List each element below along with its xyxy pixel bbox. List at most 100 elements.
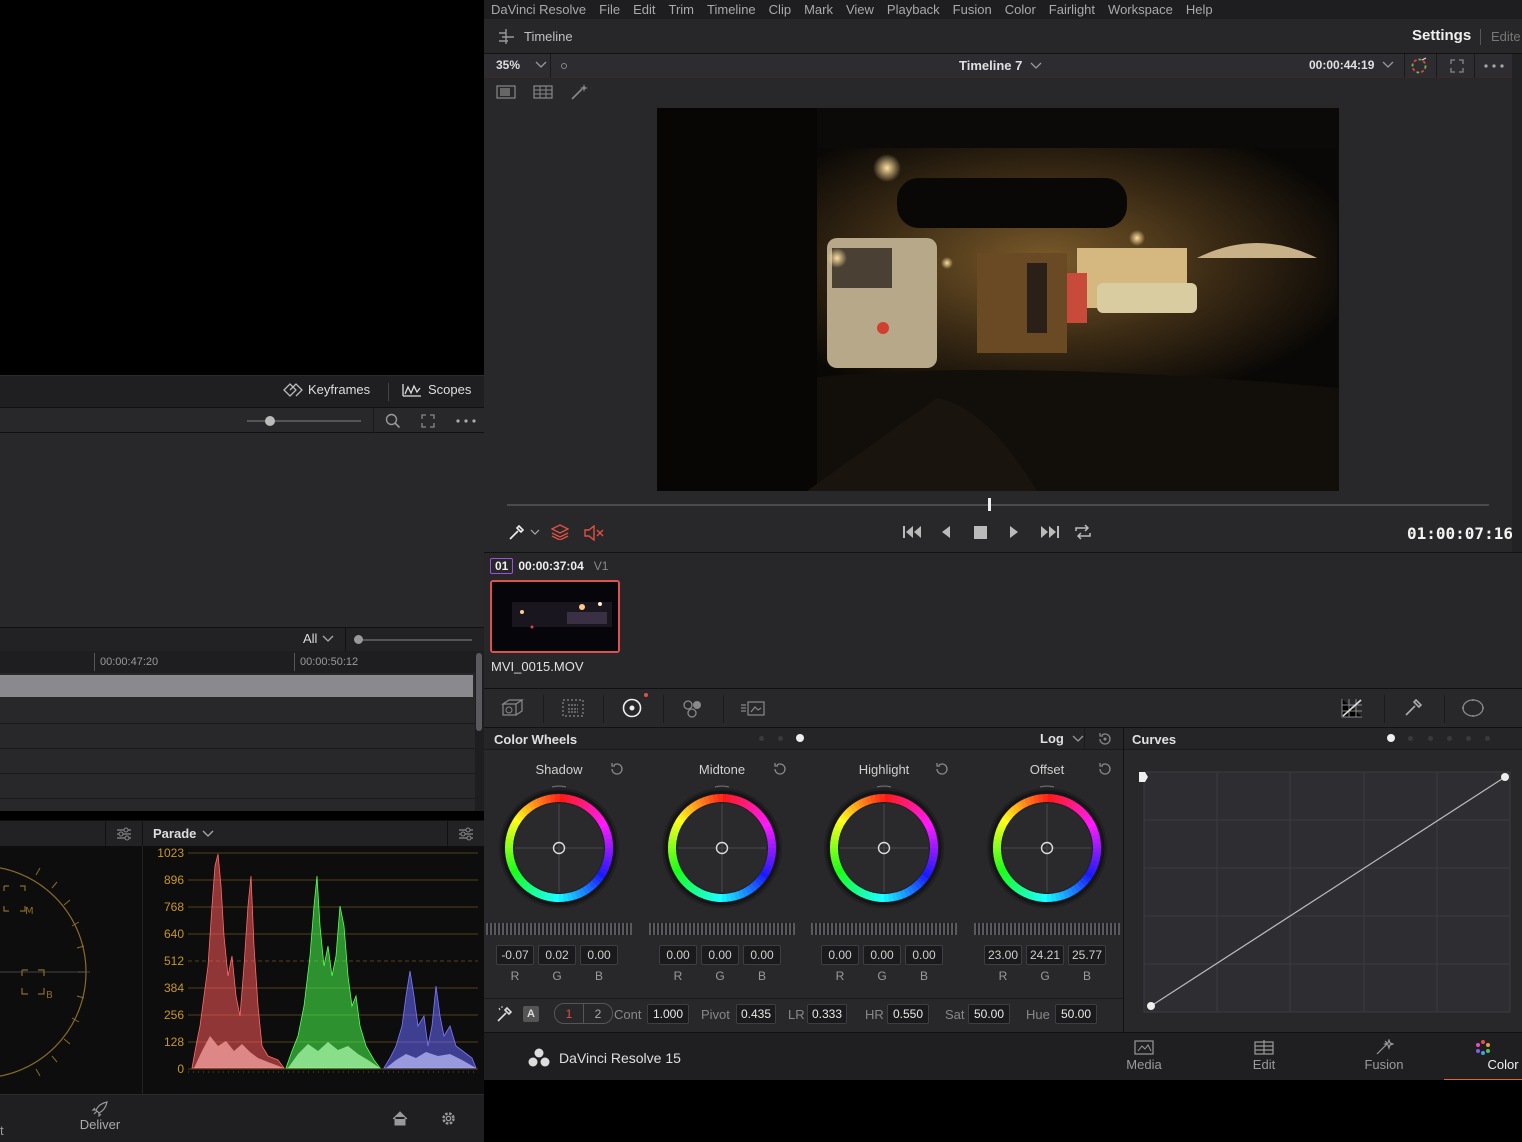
timeline-tracks[interactable] [0, 673, 475, 811]
camera-raw-icon[interactable] [500, 698, 528, 718]
gear-icon[interactable] [440, 1110, 457, 1127]
wheel-value-field[interactable]: 24.21 [1026, 945, 1064, 965]
eyedropper-icon[interactable] [508, 525, 524, 541]
skip-to-end-icon[interactable] [1038, 525, 1060, 539]
fullscreen-icon[interactable] [1450, 59, 1464, 73]
menu-item[interactable]: Playback [887, 2, 940, 17]
menu-item[interactable]: File [599, 2, 620, 17]
color-wheel[interactable] [982, 783, 1112, 913]
more-options-icon[interactable] [1484, 64, 1504, 68]
param-value-field[interactable]: 0.550 [887, 1004, 929, 1024]
wheel-value-field[interactable]: 0.00 [821, 945, 859, 965]
timeline-selector[interactable]: Timeline 7 [959, 58, 1042, 73]
page-dot-active[interactable] [796, 734, 804, 742]
menu-item[interactable]: View [846, 2, 874, 17]
track-height-slider[interactable] [358, 639, 472, 641]
track-height-handle[interactable] [354, 635, 363, 644]
layers-icon[interactable] [551, 524, 569, 540]
zoom-dropdown[interactable]: 35% [496, 58, 547, 72]
param-value-field[interactable]: 50.00 [1055, 1004, 1097, 1024]
param-value-field[interactable]: 1.000 [647, 1004, 689, 1024]
menu-item[interactable]: Mark [804, 2, 833, 17]
parade-settings-icon[interactable] [458, 827, 474, 841]
curve-page-dot[interactable] [1447, 736, 1452, 741]
wheel-reset-icon[interactable] [1097, 761, 1113, 777]
wheel-value-field[interactable]: 0.00 [701, 945, 739, 965]
color-wheels-tab-icon[interactable] [622, 698, 642, 718]
magic-wand-icon[interactable] [570, 83, 590, 101]
menu-item[interactable]: Edit [633, 2, 655, 17]
zoom-slider-handle[interactable] [265, 416, 275, 426]
wheel-page-1[interactable]: 1 [555, 1007, 583, 1021]
auto-balance-button[interactable]: A [523, 1006, 539, 1022]
menu-item[interactable]: Color [1005, 2, 1036, 17]
video-clip-bar[interactable] [0, 675, 473, 697]
single-view-icon[interactable] [496, 85, 516, 99]
home-icon[interactable] [392, 1111, 408, 1126]
timeline-ruler[interactable]: 00:00:47:20 00:00:50:12 [0, 651, 475, 673]
curve-page-dot[interactable] [1408, 736, 1413, 741]
deliver-page-button[interactable]: Deliver [70, 1095, 130, 1142]
menu-item[interactable]: Workspace [1108, 2, 1173, 17]
param-value-field[interactable]: 50.00 [968, 1004, 1010, 1024]
param-value-field[interactable]: 0.333 [807, 1004, 847, 1024]
curve-page-dot[interactable] [1428, 736, 1433, 741]
duration-dropdown[interactable]: 00:00:44:19 [1309, 58, 1394, 72]
fusion-page-button[interactable]: Fusion [1324, 1033, 1444, 1081]
scrubber-track[interactable] [507, 504, 1489, 506]
param-value-field[interactable]: 0.435 [736, 1004, 776, 1024]
wheel-value-field[interactable]: 0.02 [538, 945, 576, 965]
curve-page-dot-active[interactable] [1387, 734, 1395, 742]
skip-to-start-icon[interactable] [902, 525, 924, 539]
wheel-value-field[interactable]: 0.00 [743, 945, 781, 965]
clip-thumbnail[interactable] [490, 580, 620, 653]
more-options-icon[interactable] [456, 419, 476, 423]
filter-dropdown[interactable]: All [303, 631, 334, 646]
color-wheel[interactable] [819, 783, 949, 913]
color-wheel[interactable] [494, 783, 624, 913]
wheel-value-field[interactable]: 0.00 [863, 945, 901, 965]
search-icon[interactable] [385, 413, 401, 429]
scope-settings-icon[interactable] [116, 827, 132, 841]
wheel-value-field[interactable]: -0.07 [496, 945, 534, 965]
keyframes-tab[interactable]: Keyframes [282, 382, 370, 397]
color-match-icon[interactable] [562, 699, 584, 717]
curve-page-dot[interactable] [1485, 736, 1490, 741]
auto-balance-picker-icon[interactable] [496, 1005, 514, 1023]
wheel-reset-icon[interactable] [609, 761, 625, 777]
media-page-button[interactable]: Media [1084, 1033, 1204, 1081]
settings-button[interactable]: Settings [1412, 27, 1471, 44]
grid-view-icon[interactable] [533, 85, 553, 99]
scope-type-dropdown[interactable]: Parade [153, 826, 214, 841]
play-icon[interactable] [1008, 525, 1020, 539]
wheel-page-2[interactable]: 2 [584, 1007, 612, 1021]
motion-effects-icon[interactable] [740, 699, 766, 717]
wheel-value-field[interactable]: 25.77 [1068, 945, 1106, 965]
qualifier-icon[interactable] [1403, 698, 1423, 718]
loop-icon[interactable] [1073, 524, 1093, 540]
color-viewer-icon[interactable] [1410, 57, 1428, 75]
timeline-scrollbar[interactable] [475, 651, 484, 811]
menu-item[interactable]: Timeline [707, 2, 756, 17]
menu-item[interactable]: Fairlight [1049, 2, 1095, 17]
reset-all-icon[interactable] [1097, 731, 1113, 747]
scrubber-playhead[interactable] [988, 498, 992, 511]
menu-item[interactable]: Clip [769, 2, 791, 17]
master-wheel-dial[interactable] [649, 923, 795, 935]
wheel-reset-icon[interactable] [772, 761, 788, 777]
wheel-reset-icon[interactable] [934, 761, 950, 777]
chevron-down-icon[interactable] [530, 529, 540, 536]
expand-icon[interactable] [421, 414, 435, 428]
wheel-value-field[interactable]: 0.00 [905, 945, 943, 965]
page-dot[interactable] [759, 736, 764, 741]
curve-page-dot[interactable] [1466, 736, 1471, 741]
play-reverse-icon[interactable] [940, 525, 952, 539]
wheel-value-field[interactable]: 0.00 [580, 945, 618, 965]
color-wheel[interactable] [657, 783, 787, 913]
curve-graph[interactable] [1138, 768, 1518, 1018]
window-icon[interactable] [1461, 698, 1485, 718]
master-wheel-dial[interactable] [486, 923, 632, 935]
menu-item[interactable]: Help [1186, 2, 1213, 17]
menu-item[interactable]: Fusion [953, 2, 992, 17]
menu-item[interactable]: Trim [669, 2, 695, 17]
